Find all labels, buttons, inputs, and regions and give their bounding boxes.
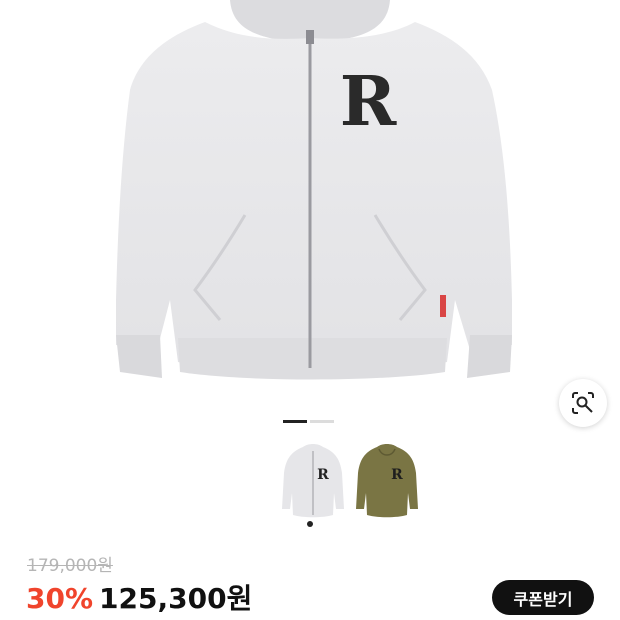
hoodie-illustration: R	[116, 0, 512, 380]
final-price: 125,300원	[99, 582, 253, 615]
price-row: 30% 125,300원	[26, 577, 252, 617]
selected-color-indicator	[307, 521, 313, 527]
gray-hoodie-thumbnail: R	[282, 444, 344, 518]
svg-text:R: R	[391, 467, 403, 483]
coupon-button[interactable]: 쿠폰받기	[492, 580, 594, 615]
pager-dot-1[interactable]	[283, 420, 307, 423]
gallery-pager	[283, 420, 334, 423]
color-option-gray[interactable]: R	[278, 443, 348, 519]
image-search-icon	[572, 392, 594, 414]
discount-rate: 30%	[26, 582, 94, 615]
svg-text:R: R	[317, 467, 329, 483]
product-image[interactable]: R	[0, 0, 620, 400]
svg-text:R: R	[340, 62, 397, 142]
original-price: 179,000원	[27, 556, 113, 576]
color-option-olive[interactable]: R	[352, 443, 422, 519]
image-search-button[interactable]	[559, 379, 607, 427]
pager-dot-2[interactable]	[310, 420, 334, 423]
olive-hoodie-thumbnail: R	[356, 444, 418, 518]
